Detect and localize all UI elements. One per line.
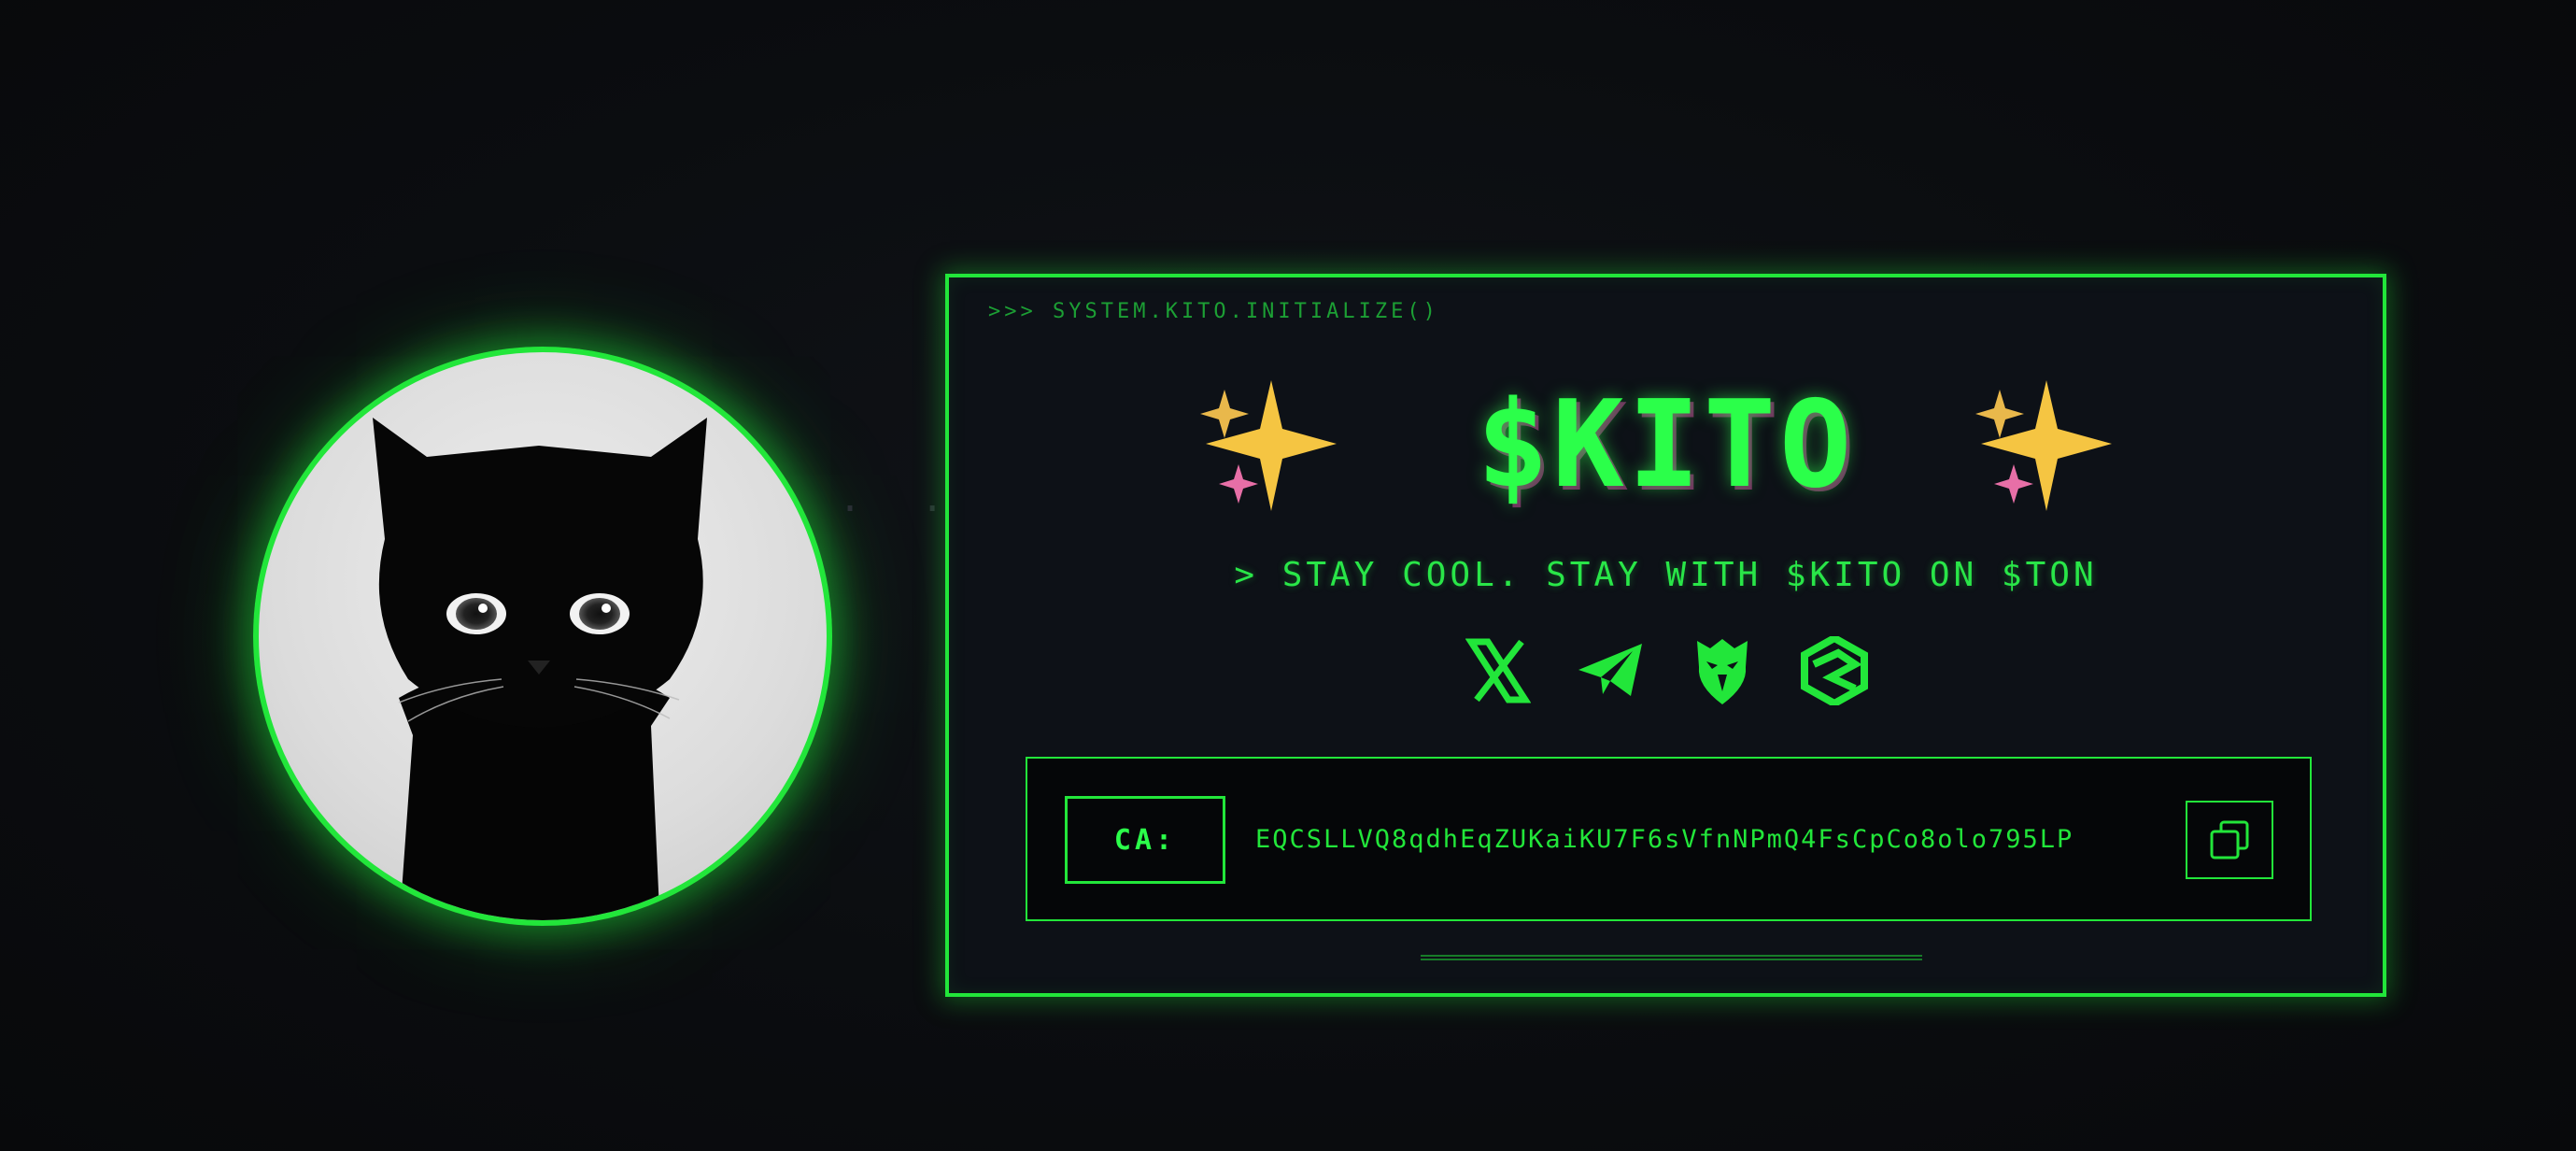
eagle-icon xyxy=(1696,639,1748,704)
copy-icon xyxy=(2210,820,2249,860)
terminal-panel: >>> SYSTEM.KITO.INITIALIZE() $KITO > STA… xyxy=(945,274,2386,997)
hexagon-logo-link[interactable] xyxy=(1800,636,1868,705)
tagline: > STAY COOL. STAY WITH $KITO ON $TON xyxy=(1234,556,2098,594)
contract-address-box: CA: EQCSLLVQ8qdhEqZUKaiKU7F6sVfnNPmQ4FsC… xyxy=(1026,757,2312,921)
sparkles-icon-right xyxy=(1975,380,2112,511)
system-prompt-text: >>> SYSTEM.KITO.INITIALIZE() xyxy=(988,300,1439,323)
decorative-dots: · · xyxy=(839,488,963,531)
cat-image xyxy=(373,418,707,920)
ca-label: CA: xyxy=(1065,796,1225,884)
eagle-link[interactable] xyxy=(1689,637,1756,704)
x-link[interactable] xyxy=(1465,637,1532,704)
social-links xyxy=(949,636,2383,705)
telegram-icon xyxy=(1578,644,1642,696)
contract-address[interactable]: EQCSLLVQ8qdhEqZUKaiKU7F6sVfnNPmQ4FsCpCo8… xyxy=(1255,759,2074,919)
divider xyxy=(1421,955,1922,960)
avatar xyxy=(253,347,832,926)
telegram-link[interactable] xyxy=(1577,637,1644,704)
title-row: $KITO xyxy=(949,371,2383,520)
token-title: $KITO xyxy=(1476,376,1856,515)
x-icon xyxy=(1465,638,1531,703)
copy-button[interactable] xyxy=(2186,801,2273,879)
hexagon-logo-icon xyxy=(1800,636,1868,705)
